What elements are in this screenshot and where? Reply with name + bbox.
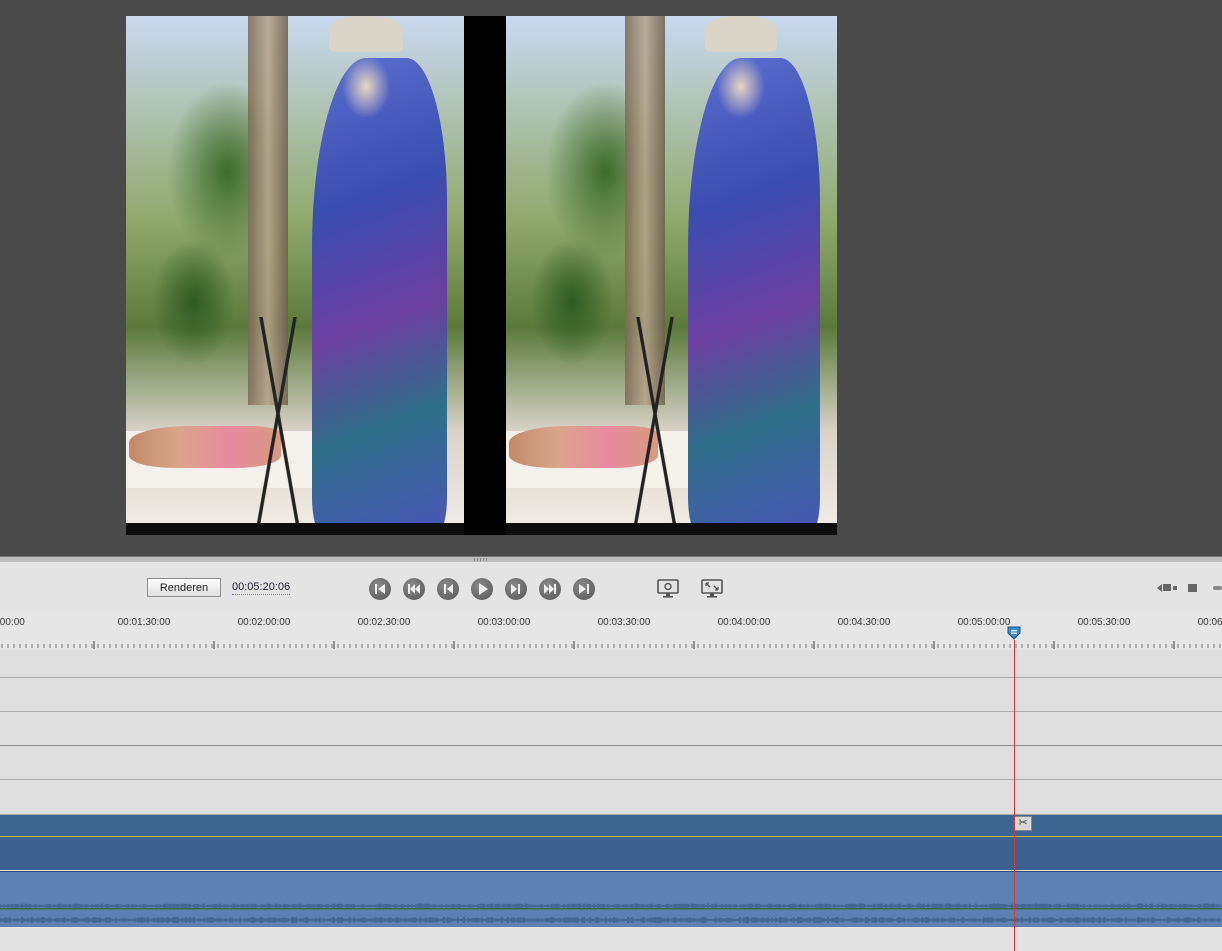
empty-track-lane[interactable] [0,927,1222,951]
ruler-time-label: 00:03:30:00 [597,617,651,628]
play-icon[interactable] [471,578,493,600]
fullscreen-icon[interactable] [700,577,724,599]
track-lane[interactable] [0,678,1222,712]
render-button[interactable]: Renderen [147,578,221,597]
ruler-time-label: 00:05:00:00 [957,617,1011,628]
track-lane[interactable] [0,712,1222,746]
scissors-icon[interactable]: ✂ [1014,816,1032,831]
ruler-time-label: 00:04:30:00 [837,617,891,628]
video-right-eye [506,16,837,535]
track-lane[interactable] [0,746,1222,780]
track-lane[interactable] [0,650,1222,678]
preview-monitor [0,0,1222,556]
frame-back-icon[interactable] [437,578,459,600]
view-mode-icons[interactable] [1157,582,1222,594]
timeline-tracks[interactable] [0,650,1222,951]
ruler-time-label: 00:01:00:00 [0,617,25,628]
video-left-eye [126,16,464,535]
playhead-line[interactable] [1014,640,1015,951]
clip-header[interactable] [0,815,1222,837]
render-settings-icon[interactable] [656,577,680,599]
step-forward-icon[interactable] [539,578,561,600]
ruler-time-label: 00:04:00:00 [717,617,771,628]
ruler-time-label: 00:02:00:00 [237,617,291,628]
go-to-end-icon[interactable] [573,578,595,600]
video-clip[interactable] [0,815,1222,870]
ruler-time-label: 00:06:00:00 [1197,617,1222,628]
frame-forward-icon[interactable] [505,578,527,600]
ruler-time-label: 00:03:00:00 [477,617,531,628]
audio-clip[interactable] [0,871,1222,927]
video-frame [126,16,837,535]
ruler-time-label: 00:05:30:00 [1077,617,1131,628]
audio-waveform [0,903,1222,923]
transport-bar: Renderen 00:05:20:06 [0,562,1222,613]
go-to-start-icon[interactable] [369,578,391,600]
step-back-icon[interactable] [403,578,425,600]
track-lane[interactable] [0,780,1222,815]
ruler-time-label: 00:01:30:00 [117,617,171,628]
timeline-ruler[interactable]: 00:01:00:00 00:01:30:00 00:02:00:00 00:02:3… [0,612,1222,651]
playhead-marker-icon[interactable] [1007,626,1021,640]
splitter-grip-icon[interactable] [474,558,488,561]
ruler-time-label: 00:02:30:00 [357,617,411,628]
ruler-ticks [1,641,1221,649]
current-timecode[interactable]: 00:05:20:06 [232,580,291,595]
